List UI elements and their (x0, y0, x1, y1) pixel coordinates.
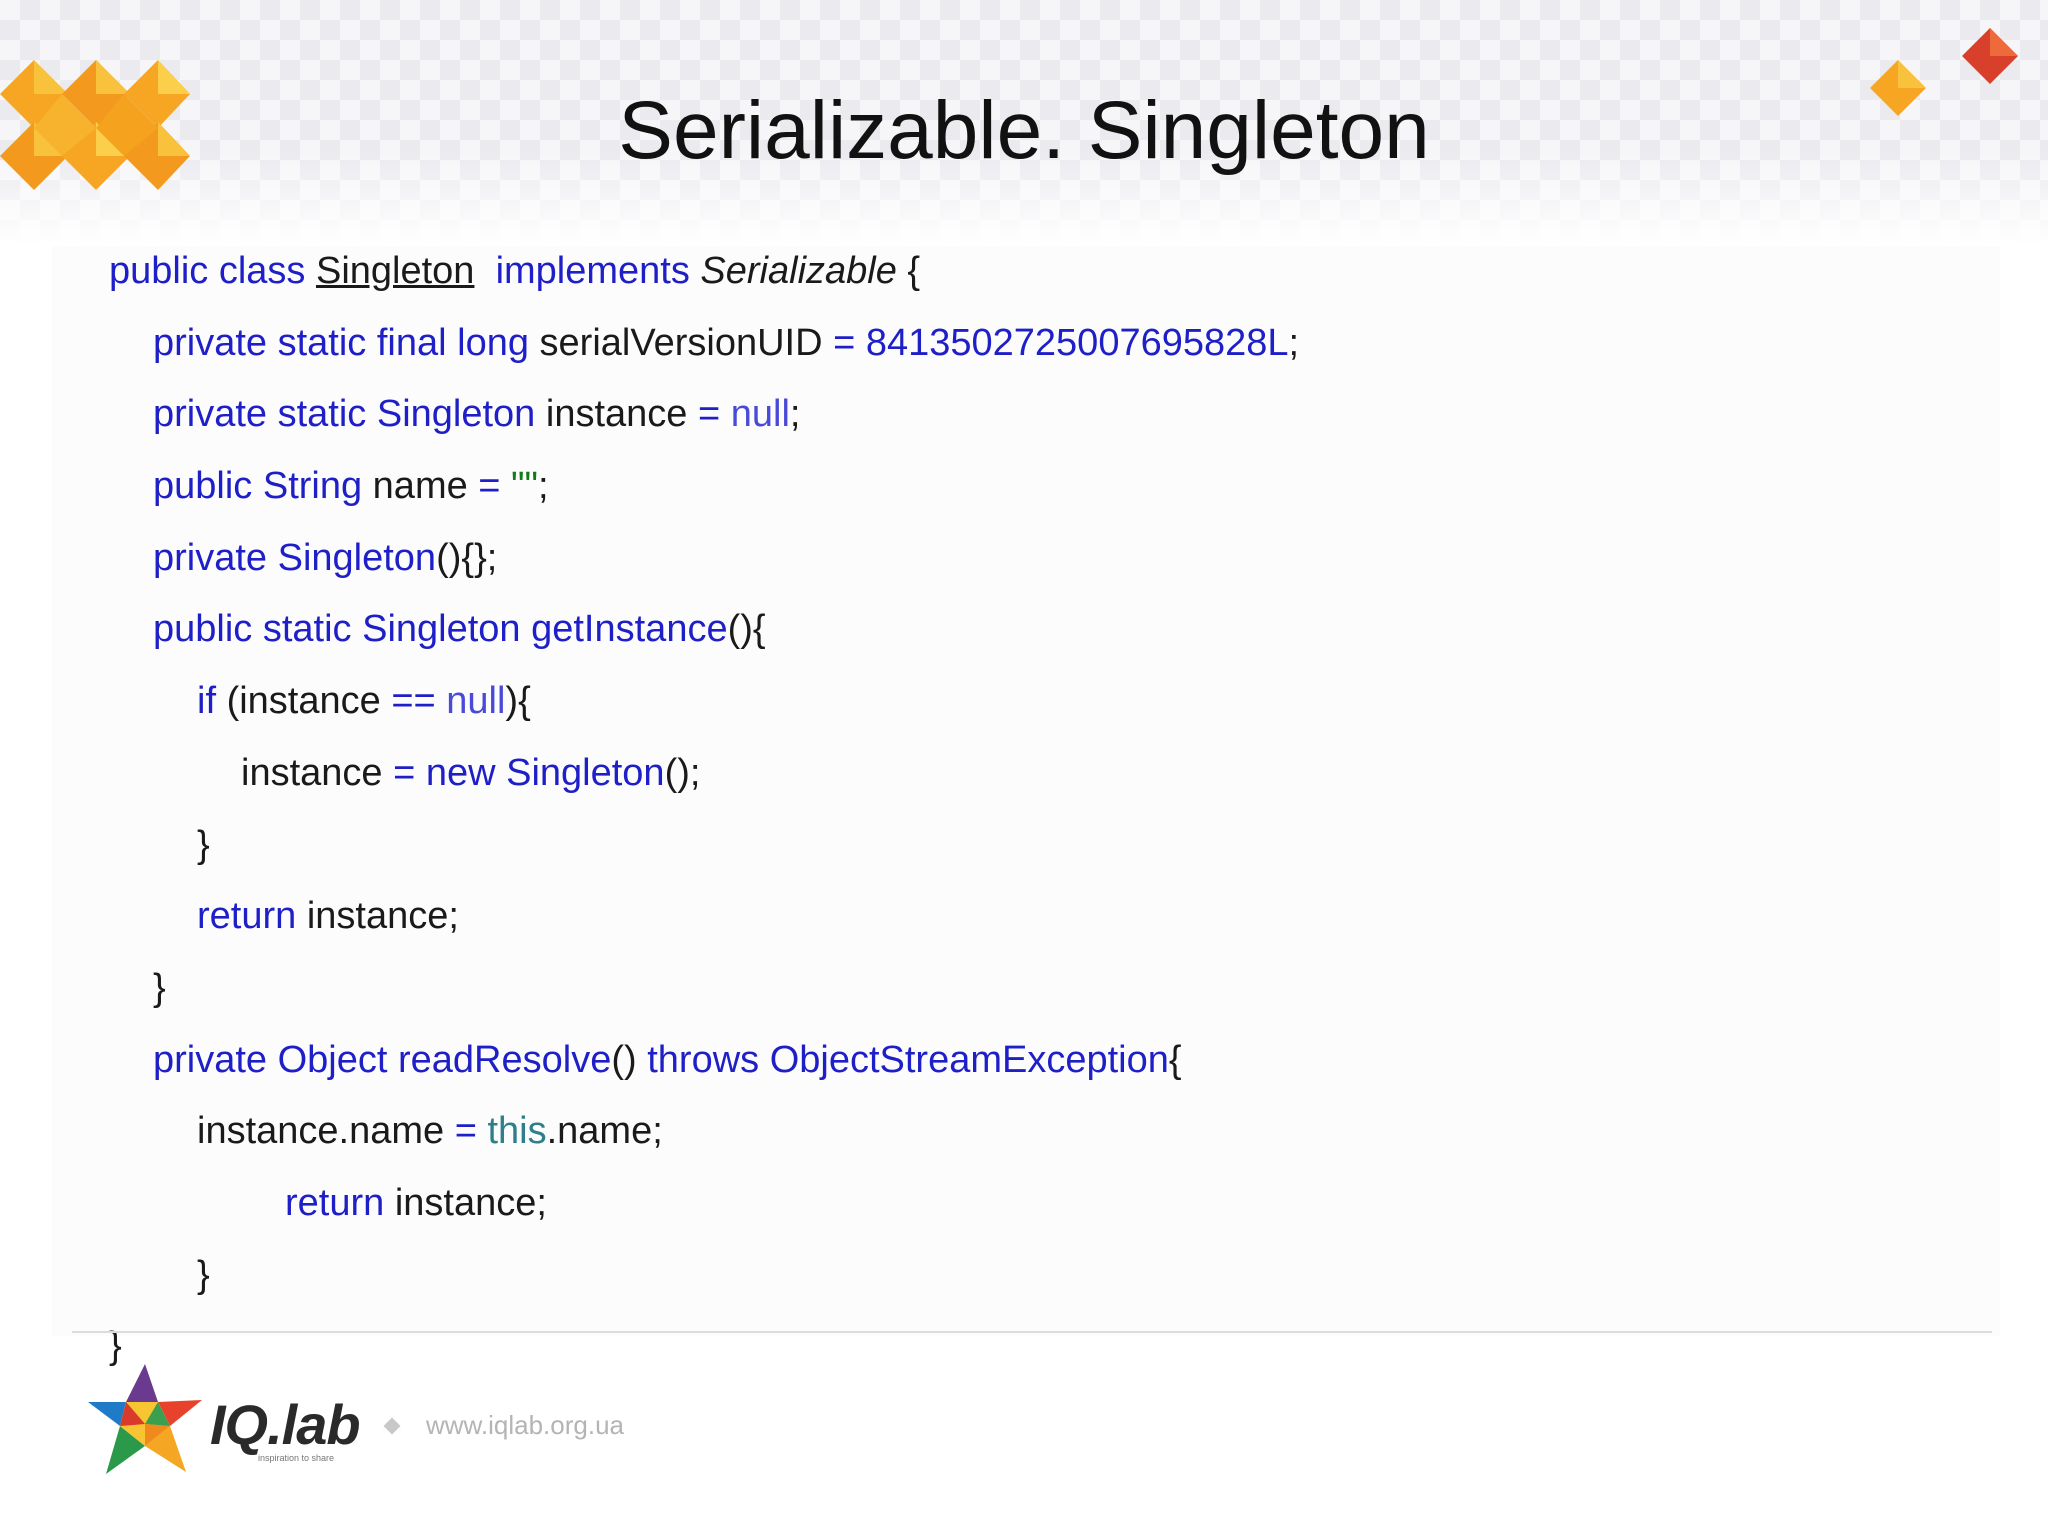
code-line: instance.name = this.name; (109, 1096, 1299, 1168)
code-token: instance.name (197, 1110, 455, 1153)
footer-divider (72, 1331, 1992, 1333)
code-token: = (697, 393, 731, 436)
code-token: instance; (306, 895, 459, 938)
code-line: } (109, 1311, 1299, 1383)
code-token: if (197, 680, 227, 723)
code-line: public static Singleton getInstance(){ (109, 594, 1299, 666)
code-token: serialVersionUID (539, 321, 834, 364)
code-token: } (197, 823, 210, 866)
code-token: ; (538, 465, 549, 508)
code-token: .name; (546, 1110, 663, 1153)
code-line: public String name = ""; (109, 451, 1299, 523)
code-line: return instance; (109, 881, 1299, 953)
code-token: } (197, 1253, 210, 1296)
code-token: Serializable (700, 250, 897, 292)
code-line: } (109, 810, 1299, 882)
code-line: private static Singleton instance = null… (109, 379, 1299, 451)
code-token: (){}; (436, 536, 498, 579)
slide-title: Serializable. Singleton (618, 85, 1430, 176)
code-line: return instance; (109, 1168, 1299, 1240)
code-token: public String (153, 465, 373, 508)
code-token: instance; (394, 1181, 547, 1224)
code-token: = new Singleton (393, 751, 665, 794)
brand-tagline: inspiration to share (258, 1453, 335, 1463)
code-block: public class Singleton implements Serial… (109, 236, 1299, 1383)
star-logo-icon (88, 1364, 202, 1474)
code-token: return (197, 895, 307, 938)
code-token: (instance (226, 680, 392, 723)
brand-name: IQ.lab (210, 1393, 361, 1456)
code-token: = 8413502725007695828L (833, 321, 1289, 364)
code-token: { (896, 250, 921, 292)
code-token: ; (789, 393, 801, 436)
code-token: instance (241, 751, 394, 794)
code-line: private static final long serialVersionU… (109, 308, 1299, 380)
code-token: private static Singleton (153, 393, 546, 436)
code-line: private Singleton(){}; (109, 523, 1299, 595)
code-token: == (391, 680, 447, 723)
code-token: (){ (727, 608, 766, 651)
code-token: return (285, 1181, 395, 1224)
code-token: private Singleton (153, 536, 437, 579)
code-token: private Object readResolve (153, 1038, 612, 1081)
code-line: } (109, 1240, 1299, 1312)
code-token: public class (109, 250, 316, 292)
code-token: implements (474, 250, 701, 292)
code-token: throws ObjectStreamException (647, 1038, 1169, 1081)
code-token: instance (545, 393, 698, 436)
code-token: null (446, 680, 506, 723)
code-token: "" (511, 465, 539, 508)
code-token: () (611, 1038, 648, 1081)
code-line: if (instance == null){ (109, 666, 1299, 738)
code-token: } (153, 966, 166, 1009)
code-token: ; (1288, 321, 1300, 364)
code-token: private static final long (153, 321, 540, 364)
website-url[interactable]: www.iqlab.org.ua (426, 1410, 624, 1441)
code-token: public static Singleton getInstance (153, 608, 728, 651)
separator-diamond-icon (383, 1417, 401, 1435)
code-token: Singleton (315, 250, 475, 292)
code-line: } (109, 953, 1299, 1025)
code-token: = (454, 1110, 488, 1153)
code-token: = (478, 465, 512, 508)
code-token: this (487, 1110, 547, 1153)
code-token: name (372, 465, 479, 508)
code-token: null (730, 393, 790, 436)
code-token: ){ (505, 680, 531, 723)
code-line: private Object readResolve() throws Obje… (109, 1025, 1299, 1097)
code-token: { (1168, 1038, 1182, 1081)
code-token: (); (664, 751, 701, 794)
code-line: public class Singleton implements Serial… (109, 236, 1299, 308)
code-line: instance = new Singleton(); (109, 738, 1299, 810)
